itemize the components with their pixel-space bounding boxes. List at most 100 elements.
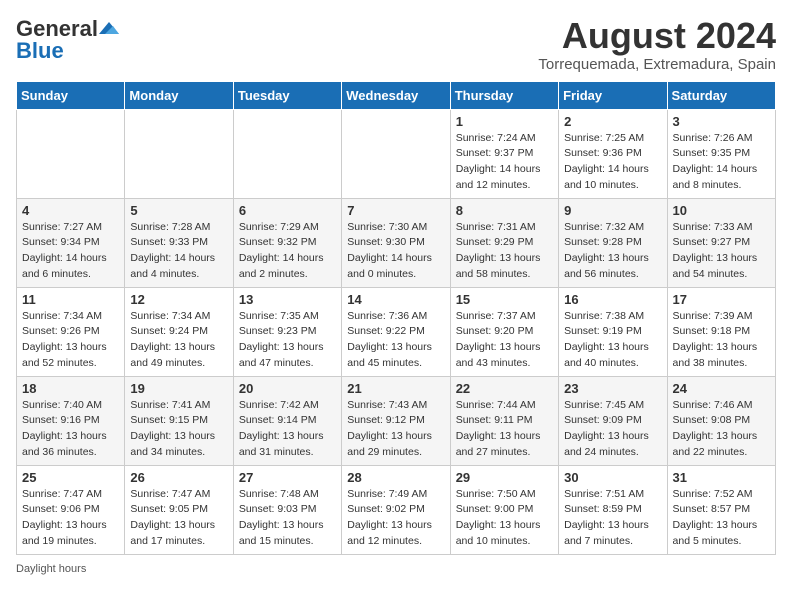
day-info: Sunrise: 7:43 AMSunset: 9:12 PMDaylight:… <box>347 398 444 461</box>
calendar-cell: 5 Sunrise: 7:28 AMSunset: 9:33 PMDaylight… <box>125 198 233 287</box>
column-header-tuesday: Tuesday <box>233 81 341 109</box>
calendar-week-1: 1 Sunrise: 7:24 AMSunset: 9:37 PMDaylight… <box>17 109 776 198</box>
day-info: Sunrise: 7:25 AMSunset: 9:36 PMDaylight:… <box>564 131 661 194</box>
calendar-cell: 24Sunrise: 7:46 AMSunset: 9:08 PMDayligh… <box>667 376 775 465</box>
day-info: Sunrise: 7:34 AMSunset: 9:26 PMDaylight:… <box>22 309 119 372</box>
day-info: Sunrise: 7:37 AMSunset: 9:20 PMDaylight:… <box>456 309 553 372</box>
calendar-week-3: 11 Sunrise: 7:34 AMSunset: 9:26 PMDayligh… <box>17 287 776 376</box>
day-info: Sunrise: 7:36 AMSunset: 9:22 PMDaylight:… <box>347 309 444 372</box>
calendar-week-5: 25 Sunrise: 7:47 AMSunset: 9:06 PMDayligh… <box>17 465 776 554</box>
day-number: 23 <box>564 381 661 396</box>
day-number: 22 <box>456 381 553 396</box>
day-number: 7 <box>347 203 444 218</box>
calendar-cell: 1 Sunrise: 7:24 AMSunset: 9:37 PMDaylight… <box>450 109 558 198</box>
calendar-cell: 2 Sunrise: 7:25 AMSunset: 9:36 PMDaylight… <box>559 109 667 198</box>
day-info: Sunrise: 7:47 AMSunset: 9:06 PMDaylight:… <box>22 487 119 550</box>
day-number: 16 <box>564 292 661 307</box>
day-number: 9 <box>564 203 661 218</box>
day-number: 15 <box>456 292 553 307</box>
day-number: 5 <box>130 203 227 218</box>
day-info: Sunrise: 7:40 AMSunset: 9:16 PMDaylight:… <box>22 398 119 461</box>
calendar-cell: 17 Sunrise: 7:39 AMSunset: 9:18 PMDayligh… <box>667 287 775 376</box>
calendar-cell: 3 Sunrise: 7:26 AMSunset: 9:35 PMDaylight… <box>667 109 775 198</box>
column-header-thursday: Thursday <box>450 81 558 109</box>
calendar-cell: 12Sunrise: 7:34 AMSunset: 9:24 PMDayligh… <box>125 287 233 376</box>
footer-note: Daylight hours <box>16 563 776 575</box>
day-info: Sunrise: 7:48 AMSunset: 9:03 PMDaylight:… <box>239 487 336 550</box>
day-info: Sunrise: 7:45 AMSunset: 9:09 PMDaylight:… <box>564 398 661 461</box>
day-number: 30 <box>564 470 661 485</box>
calendar-cell: 30Sunrise: 7:51 AMSunset: 8:59 PMDayligh… <box>559 465 667 554</box>
day-info: Sunrise: 7:30 AMSunset: 9:30 PMDaylight:… <box>347 220 444 283</box>
day-number: 2 <box>564 114 661 129</box>
day-number: 18 <box>22 381 119 396</box>
day-number: 29 <box>456 470 553 485</box>
day-info: Sunrise: 7:50 AMSunset: 9:00 PMDaylight:… <box>456 487 553 550</box>
calendar-cell: 7 Sunrise: 7:30 AMSunset: 9:30 PMDaylight… <box>342 198 450 287</box>
logo-blue: Blue <box>16 38 64 64</box>
day-number: 21 <box>347 381 444 396</box>
day-info: Sunrise: 7:35 AMSunset: 9:23 PMDaylight:… <box>239 309 336 372</box>
day-info: Sunrise: 7:31 AMSunset: 9:29 PMDaylight:… <box>456 220 553 283</box>
day-info: Sunrise: 7:44 AMSunset: 9:11 PMDaylight:… <box>456 398 553 461</box>
day-number: 11 <box>22 292 119 307</box>
day-number: 8 <box>456 203 553 218</box>
day-info: Sunrise: 7:38 AMSunset: 9:19 PMDaylight:… <box>564 309 661 372</box>
day-number: 20 <box>239 381 336 396</box>
calendar-cell: 4Sunrise: 7:27 AMSunset: 9:34 PMDaylight… <box>17 198 125 287</box>
day-number: 24 <box>673 381 770 396</box>
calendar-cell <box>125 109 233 198</box>
calendar-cell: 20 Sunrise: 7:42 AMSunset: 9:14 PMDayligh… <box>233 376 341 465</box>
calendar: SundayMondayTuesdayWednesdayThursdayFrid… <box>16 81 776 555</box>
calendar-cell <box>342 109 450 198</box>
subtitle: Torrequemada, Extremadura, Spain <box>538 56 776 73</box>
day-info: Sunrise: 7:27 AMSunset: 9:34 PMDaylight:… <box>22 220 119 283</box>
day-info: Sunrise: 7:32 AMSunset: 9:28 PMDaylight:… <box>564 220 661 283</box>
day-info: Sunrise: 7:28 AMSunset: 9:33 PMDaylight:… <box>130 220 227 283</box>
day-number: 3 <box>673 114 770 129</box>
calendar-header-row: SundayMondayTuesdayWednesdayThursdayFrid… <box>17 81 776 109</box>
day-number: 14 <box>347 292 444 307</box>
calendar-cell: 18 Sunrise: 7:40 AMSunset: 9:16 PMDayligh… <box>17 376 125 465</box>
calendar-cell: 26Sunrise: 7:47 AMSunset: 9:05 PMDayligh… <box>125 465 233 554</box>
column-header-wednesday: Wednesday <box>342 81 450 109</box>
title-area: August 2024 Torrequemada, Extremadura, S… <box>538 16 776 73</box>
calendar-cell <box>233 109 341 198</box>
column-header-friday: Friday <box>559 81 667 109</box>
day-info: Sunrise: 7:24 AMSunset: 9:37 PMDaylight:… <box>456 131 553 194</box>
calendar-cell: 11 Sunrise: 7:34 AMSunset: 9:26 PMDayligh… <box>17 287 125 376</box>
day-info: Sunrise: 7:52 AMSunset: 8:57 PMDaylight:… <box>673 487 770 550</box>
calendar-cell: 23 Sunrise: 7:45 AMSunset: 9:09 PMDayligh… <box>559 376 667 465</box>
calendar-cell: 6Sunrise: 7:29 AMSunset: 9:32 PMDaylight… <box>233 198 341 287</box>
column-header-sunday: Sunday <box>17 81 125 109</box>
calendar-cell: 16 Sunrise: 7:38 AMSunset: 9:19 PMDayligh… <box>559 287 667 376</box>
day-info: Sunrise: 7:41 AMSunset: 9:15 PMDaylight:… <box>130 398 227 461</box>
day-number: 10 <box>673 203 770 218</box>
calendar-cell: 14 Sunrise: 7:36 AMSunset: 9:22 PMDayligh… <box>342 287 450 376</box>
column-header-monday: Monday <box>125 81 233 109</box>
day-info: Sunrise: 7:49 AMSunset: 9:02 PMDaylight:… <box>347 487 444 550</box>
calendar-cell: 9 Sunrise: 7:32 AMSunset: 9:28 PMDaylight… <box>559 198 667 287</box>
day-info: Sunrise: 7:42 AMSunset: 9:14 PMDaylight:… <box>239 398 336 461</box>
main-title: August 2024 <box>538 16 776 56</box>
day-info: Sunrise: 7:29 AMSunset: 9:32 PMDaylight:… <box>239 220 336 283</box>
calendar-week-2: 4Sunrise: 7:27 AMSunset: 9:34 PMDaylight… <box>17 198 776 287</box>
calendar-cell <box>17 109 125 198</box>
calendar-cell: 25 Sunrise: 7:47 AMSunset: 9:06 PMDayligh… <box>17 465 125 554</box>
column-header-saturday: Saturday <box>667 81 775 109</box>
day-info: Sunrise: 7:26 AMSunset: 9:35 PMDaylight:… <box>673 131 770 194</box>
calendar-cell: 13Sunrise: 7:35 AMSunset: 9:23 PMDayligh… <box>233 287 341 376</box>
day-number: 28 <box>347 470 444 485</box>
day-info: Sunrise: 7:33 AMSunset: 9:27 PMDaylight:… <box>673 220 770 283</box>
day-info: Sunrise: 7:39 AMSunset: 9:18 PMDaylight:… <box>673 309 770 372</box>
calendar-cell: 21 Sunrise: 7:43 AMSunset: 9:12 PMDayligh… <box>342 376 450 465</box>
day-number: 25 <box>22 470 119 485</box>
day-number: 1 <box>456 114 553 129</box>
calendar-cell: 10 Sunrise: 7:33 AMSunset: 9:27 PMDayligh… <box>667 198 775 287</box>
header: General Blue August 2024 Torrequemada, E… <box>16 16 776 73</box>
day-number: 17 <box>673 292 770 307</box>
calendar-cell: 29 Sunrise: 7:50 AMSunset: 9:00 PMDayligh… <box>450 465 558 554</box>
calendar-cell: 27Sunrise: 7:48 AMSunset: 9:03 PMDayligh… <box>233 465 341 554</box>
calendar-week-4: 18 Sunrise: 7:40 AMSunset: 9:16 PMDayligh… <box>17 376 776 465</box>
calendar-cell: 31Sunrise: 7:52 AMSunset: 8:57 PMDayligh… <box>667 465 775 554</box>
